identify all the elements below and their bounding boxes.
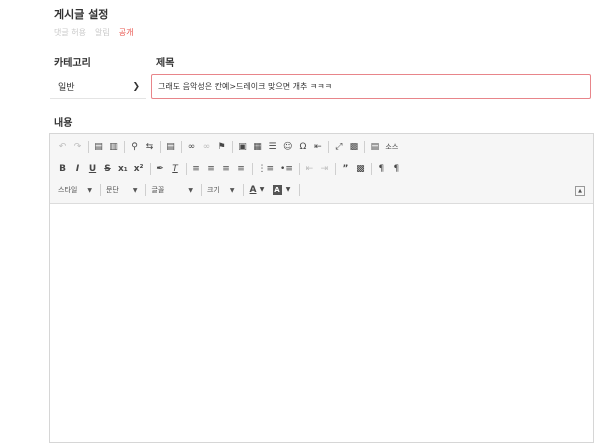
remove-format-icon[interactable]: T <box>171 161 180 177</box>
format-icon[interactable]: ✒ <box>156 161 165 177</box>
bold-icon[interactable]: B <box>58 161 67 177</box>
toolbar-separator <box>181 141 182 153</box>
paragraph-combo-label: 문단 <box>105 186 119 194</box>
title-input[interactable]: 그래도 음악성은 칸예>드레이크 맞으면 개추 ㅋㅋㅋ <box>151 74 591 99</box>
toolbar-separator <box>185 163 187 175</box>
paragraph-combo[interactable]: 문단 ▼ <box>106 185 138 195</box>
numbered-list-icon[interactable]: ⋮≡ <box>258 161 275 177</box>
content-label: 내용 <box>54 118 73 129</box>
toolbar-separator <box>200 184 202 196</box>
category-selected-value: 일반 <box>58 83 75 93</box>
link-icon[interactable]: ∞ <box>187 139 196 155</box>
outdent-icon[interactable]: ⇤ <box>305 161 314 177</box>
paste-icon[interactable]: ▤ <box>94 139 103 155</box>
post-settings-heading: 게시글 설정 <box>54 8 109 21</box>
toolbar-separator <box>160 141 161 153</box>
blockquote-icon[interactable]: ” <box>341 161 350 177</box>
source-label[interactable]: 소스 <box>385 139 398 155</box>
source-icon[interactable]: ▤ <box>370 139 380 155</box>
style-combo[interactable]: 스타일 ▼ <box>58 185 92 195</box>
editor-content-area[interactable] <box>50 204 593 442</box>
caret-down-icon: ▼ <box>188 186 193 194</box>
maximize-icon[interactable]: ⤢ <box>334 139 343 155</box>
paste-text-icon[interactable]: ▥ <box>109 139 118 155</box>
toolbar-separator <box>298 163 300 175</box>
undo-icon[interactable]: ↶ <box>58 139 67 155</box>
find-icon[interactable]: ⚲ <box>130 139 139 155</box>
rich-text-editor: ↶ ↷ ▤ ▥ ⚲ ⇆ ▤ ∞ ∞ ⚑ ▣ ▦ ☰ ☺ Ω ⇤ ⤢ ▩ ▤ 소스… <box>49 133 594 443</box>
editor-toolbar: ↶ ↷ ▤ ▥ ⚲ ⇆ ▤ ∞ ∞ ⚑ ▣ ▦ ☰ ☺ Ω ⇤ ⤢ ▩ ▤ 소스… <box>50 134 593 204</box>
align-center-icon[interactable]: ≡ <box>207 161 216 177</box>
indent-icon[interactable]: ⇥ <box>320 161 329 177</box>
unlink-icon[interactable]: ∞ <box>202 139 211 155</box>
special-char-icon[interactable]: Ω <box>298 139 307 155</box>
align-right-icon[interactable]: ≡ <box>222 161 231 177</box>
caret-down-icon: ▼ <box>132 186 138 194</box>
option-public[interactable]: 공개 <box>119 27 134 38</box>
emoji-icon[interactable]: ☺ <box>283 139 292 155</box>
toolbar-row-1: ↶ ↷ ▤ ▥ ⚲ ⇆ ▤ ∞ ∞ ⚑ ▣ ▦ ☰ ☺ Ω ⇤ ⤢ ▩ ▤ 소스 <box>58 139 404 155</box>
category-select[interactable]: 일반 ❯ <box>50 75 146 99</box>
text-color-icon[interactable]: A <box>249 182 258 198</box>
anchor-icon[interactable]: ⚑ <box>217 139 226 155</box>
toolbar-separator <box>334 163 336 175</box>
strike-icon[interactable]: S <box>103 161 112 177</box>
toolbar-row-2: B I U S x₁ x² ✒ T ≡ ≡ ≡ ≡ ⋮≡ •≡ ⇤ ⇥ ” ▩ … <box>58 161 407 177</box>
option-notify[interactable]: 알림 <box>95 27 110 38</box>
rtl-icon[interactable]: ¶ <box>392 161 401 177</box>
toolbar-separator <box>232 141 233 153</box>
align-left-icon[interactable]: ≡ <box>192 161 201 177</box>
size-combo[interactable]: 크기 ▼ <box>207 185 235 195</box>
image-icon[interactable]: ▣ <box>238 139 247 155</box>
pagebreak-icon[interactable]: ⇤ <box>313 139 322 155</box>
caret-down-icon: ▼ <box>229 186 235 194</box>
collapse-toolbar-icon[interactable]: ▲ <box>575 186 585 196</box>
toolbar-separator <box>251 163 253 175</box>
toolbar-separator <box>88 141 89 153</box>
option-allow-comments[interactable]: 댓글 허용 <box>54 27 86 38</box>
template-icon[interactable]: ▤ <box>166 139 175 155</box>
replace-icon[interactable]: ⇆ <box>145 139 154 155</box>
bg-color-icon[interactable]: A <box>272 185 282 195</box>
style-combo-label: 스타일 <box>58 186 78 194</box>
toolbar-separator <box>145 184 147 196</box>
font-combo-label: 글꼴 <box>151 186 165 194</box>
table-icon[interactable]: ▦ <box>253 139 262 155</box>
justify-icon[interactable]: ≡ <box>237 161 246 177</box>
post-settings-options: 댓글 허용 알림 공개 <box>54 27 133 38</box>
toolbar-separator <box>99 184 101 196</box>
toolbar-separator <box>124 141 125 153</box>
toolbar-separator <box>328 141 330 153</box>
subscript-icon[interactable]: x₁ <box>118 161 128 177</box>
title-input-value: 그래도 음악성은 칸예>드레이크 맞으면 개추 ㅋㅋㅋ <box>158 82 332 91</box>
italic-icon[interactable]: I <box>73 161 82 177</box>
redo-icon[interactable]: ↷ <box>73 139 82 155</box>
show-blocks-icon[interactable]: ▩ <box>349 139 359 155</box>
superscript-icon[interactable]: x² <box>134 161 144 177</box>
title-label: 제목 <box>156 58 175 69</box>
bulleted-list-icon[interactable]: •≡ <box>280 161 293 177</box>
hr-icon[interactable]: ☰ <box>268 139 277 155</box>
chevron-down-icon: ❯ <box>132 81 140 92</box>
category-label: 카테고리 <box>54 58 91 69</box>
toolbar-separator <box>370 163 372 175</box>
toolbar-separator <box>149 163 151 175</box>
caret-down-icon: ▼ <box>87 186 92 194</box>
toolbar-row-3: 스타일 ▼ 문단 ▼ 글꼴 ▼ 크기 ▼ A ▼ A ▼ <box>58 182 305 198</box>
toolbar-separator <box>364 141 366 153</box>
size-combo-label: 크기 <box>206 186 220 194</box>
caret-down-icon: ▼ <box>285 186 291 193</box>
font-combo[interactable]: 글꼴 ▼ <box>151 185 193 195</box>
ltr-icon[interactable]: ¶ <box>377 161 386 177</box>
toolbar-separator <box>298 184 300 196</box>
toolbar-separator <box>242 184 244 196</box>
caret-down-icon: ▼ <box>259 186 265 193</box>
div-icon[interactable]: ▩ <box>356 161 365 177</box>
underline-icon[interactable]: U <box>88 161 97 177</box>
